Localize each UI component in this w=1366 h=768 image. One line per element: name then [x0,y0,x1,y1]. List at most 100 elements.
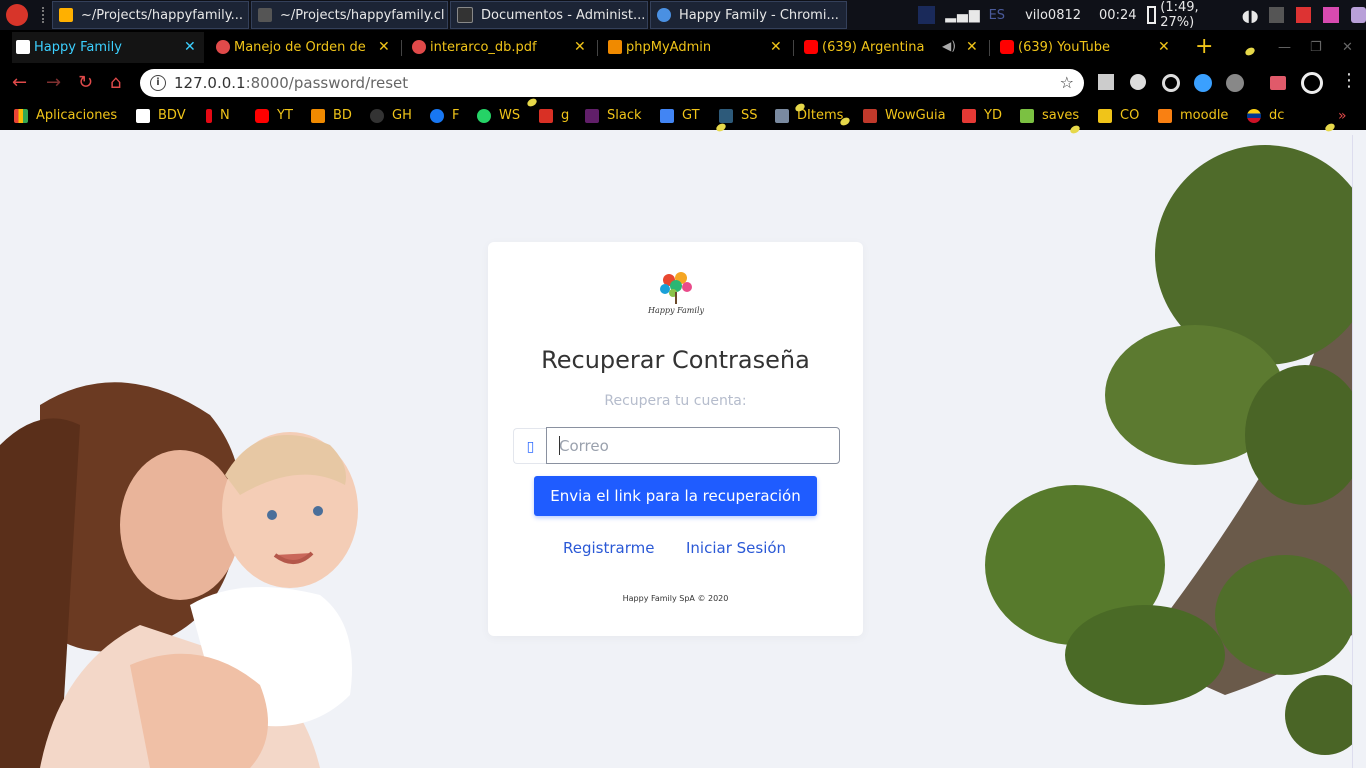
close-tab-icon[interactable]: ✕ [574,39,586,55]
register-link[interactable]: Registrarme [563,539,654,557]
bookmark-gmail[interactable]: g [539,108,569,123]
tree-image [985,145,1352,755]
grip-icon [42,7,48,23]
co-icon [1098,108,1112,123]
bookmark-ditems[interactable]: DItems [775,108,843,123]
tab-separator [989,40,990,56]
document-icon [457,7,473,23]
back-icon[interactable]: ← [12,72,27,93]
bookmark-yd[interactable]: YD [962,108,1002,123]
tray-app-icon[interactable] [1350,7,1366,23]
clock[interactable]: 00:24 [1099,8,1136,23]
ditems-icon [775,108,789,123]
volume-icon[interactable]: ◖◗ [1242,6,1259,25]
app-menu-icon[interactable] [6,4,28,26]
bookmark-whatsapp[interactable]: WS [477,108,520,123]
tab-happy-family[interactable]: Happy Family ✕ [12,32,204,63]
system-tray: ▂▄▆ ES vilo0812 00:24 (1:49, 27%) ◖◗ [918,0,1366,30]
extension-icon[interactable] [1226,74,1244,92]
scrollbar[interactable] [1352,135,1366,768]
login-link[interactable]: Iniciar Sesión [686,539,786,557]
phpmyadmin-icon [608,40,622,54]
bookmark-google-translate[interactable]: GT [660,108,700,123]
user-name[interactable]: vilo0812 [1025,8,1081,23]
terminal-icon [258,8,272,22]
tray-app-icon[interactable] [1268,7,1284,23]
keyboard-language[interactable]: ES [989,8,1005,23]
url-path: :8000/password/reset [245,74,409,92]
bookmark-slack[interactable]: Slack [585,108,642,123]
bookmark-ss[interactable]: SS [719,108,758,123]
arrow-down-icon [1020,108,1034,123]
taskbar-task-4[interactable]: Happy Family - Chromi... [650,1,847,29]
bookmarks-bar: Aplicaciones BDV N YT BD GH F WS g Slack… [0,102,1366,130]
tab-interarco-pdf[interactable]: interarco_db.pdf ✕ [408,32,594,63]
bookmark-label: BDV [158,108,186,123]
bookmark-co[interactable]: CO [1098,108,1139,123]
bookmark-label: F [452,108,460,123]
task-label: ~/Projects/happyfamily.cl [280,7,445,23]
site-info-icon[interactable]: i [150,75,166,91]
email-field[interactable] [546,427,840,464]
minimize-icon[interactable]: — [1278,40,1291,55]
profile-avatar[interactable] [1301,72,1323,94]
password-reset-card: Happy Family Recuperar Contraseña Recupe… [488,242,863,636]
close-tab-icon[interactable]: ✕ [378,39,390,55]
tab-manejo-orden[interactable]: Manejo de Orden de ✕ [212,32,398,63]
bookmark-bd[interactable]: BD [311,108,352,123]
close-tab-icon[interactable]: ✕ [184,39,196,55]
close-tab-icon[interactable]: ✕ [966,39,978,55]
bookmark-netflix[interactable]: N [206,108,230,123]
audio-playing-icon[interactable]: ◀) [942,39,956,53]
page-content: Happy Family Recuperar Contraseña Recupe… [0,135,1352,768]
bookmark-github[interactable]: GH [370,108,412,123]
url-text[interactable]: 127.0.0.1:8000/password/reset [174,74,408,92]
taskbar-task-3[interactable]: Documentos - Administ... [450,1,648,29]
address-bar[interactable]: i 127.0.0.1:8000/password/reset ☆ [140,69,1084,97]
bookmark-apps[interactable]: Aplicaciones [14,108,117,123]
bookmark-saves[interactable]: saves [1020,108,1079,123]
bookmark-dc[interactable]: dc [1247,108,1284,123]
tab-label: Manejo de Orden de [234,40,366,55]
translate-icon [660,108,674,123]
youtube-icon [804,40,818,54]
dropbox-icon[interactable] [918,6,936,24]
maximize-icon[interactable]: ❐ [1310,40,1322,55]
close-tab-icon[interactable]: ✕ [770,39,782,55]
tab-youtube-argentina[interactable]: (639) Argentina ◀) ✕ [800,32,986,63]
home-icon[interactable]: ⌂ [110,72,121,93]
reload-icon[interactable]: ↻ [78,72,93,93]
extension-icon[interactable] [1162,74,1180,92]
react-devtools-icon[interactable] [1098,74,1114,90]
close-tab-icon[interactable]: ✕ [1158,39,1170,55]
tab-phpmyadmin[interactable]: phpMyAdmin ✕ [604,32,790,63]
tray-app-icon[interactable] [1295,7,1312,23]
bookmark-wowguia[interactable]: WowGuia [863,108,946,123]
signal-icon[interactable]: ▂▄▆ [945,7,980,23]
ss-icon [719,108,733,123]
extension-icon[interactable] [1194,74,1212,92]
new-tab-icon[interactable]: + [1195,34,1213,59]
menu-icon[interactable]: ⋮ [1340,70,1358,91]
bookmark-youtube[interactable]: YT [255,108,293,123]
facebook-icon [430,108,444,123]
vue-devtools-icon[interactable] [1130,74,1146,90]
bookmark-label: SS [741,108,758,123]
bookmark-label: N [220,108,230,123]
apps-grid-icon [14,108,28,123]
bookmark-bdv[interactable]: BDV [136,108,186,123]
bookmark-star-icon[interactable]: ☆ [1060,73,1074,92]
taskbar-task-2[interactable]: ~/Projects/happyfamily.cl [251,1,448,29]
close-window-icon[interactable]: ✕ [1342,40,1353,55]
tab-youtube[interactable]: (639) YouTube ✕ [996,32,1182,63]
media-control-icon[interactable] [1270,76,1286,90]
mail-icon[interactable] [1323,7,1339,23]
taskbar-task-1[interactable]: ~/Projects/happyfamily... [52,1,249,29]
more-bookmarks-icon[interactable]: » [1338,108,1347,124]
tab-label: interarco_db.pdf [430,40,537,55]
send-reset-link-button[interactable]: Envia el link para la recuperación [534,476,817,516]
battery-icon[interactable] [1146,6,1157,24]
forward-icon[interactable]: → [46,72,61,93]
bookmark-moodle[interactable]: moodle [1158,108,1228,123]
bookmark-facebook[interactable]: F [430,108,459,123]
